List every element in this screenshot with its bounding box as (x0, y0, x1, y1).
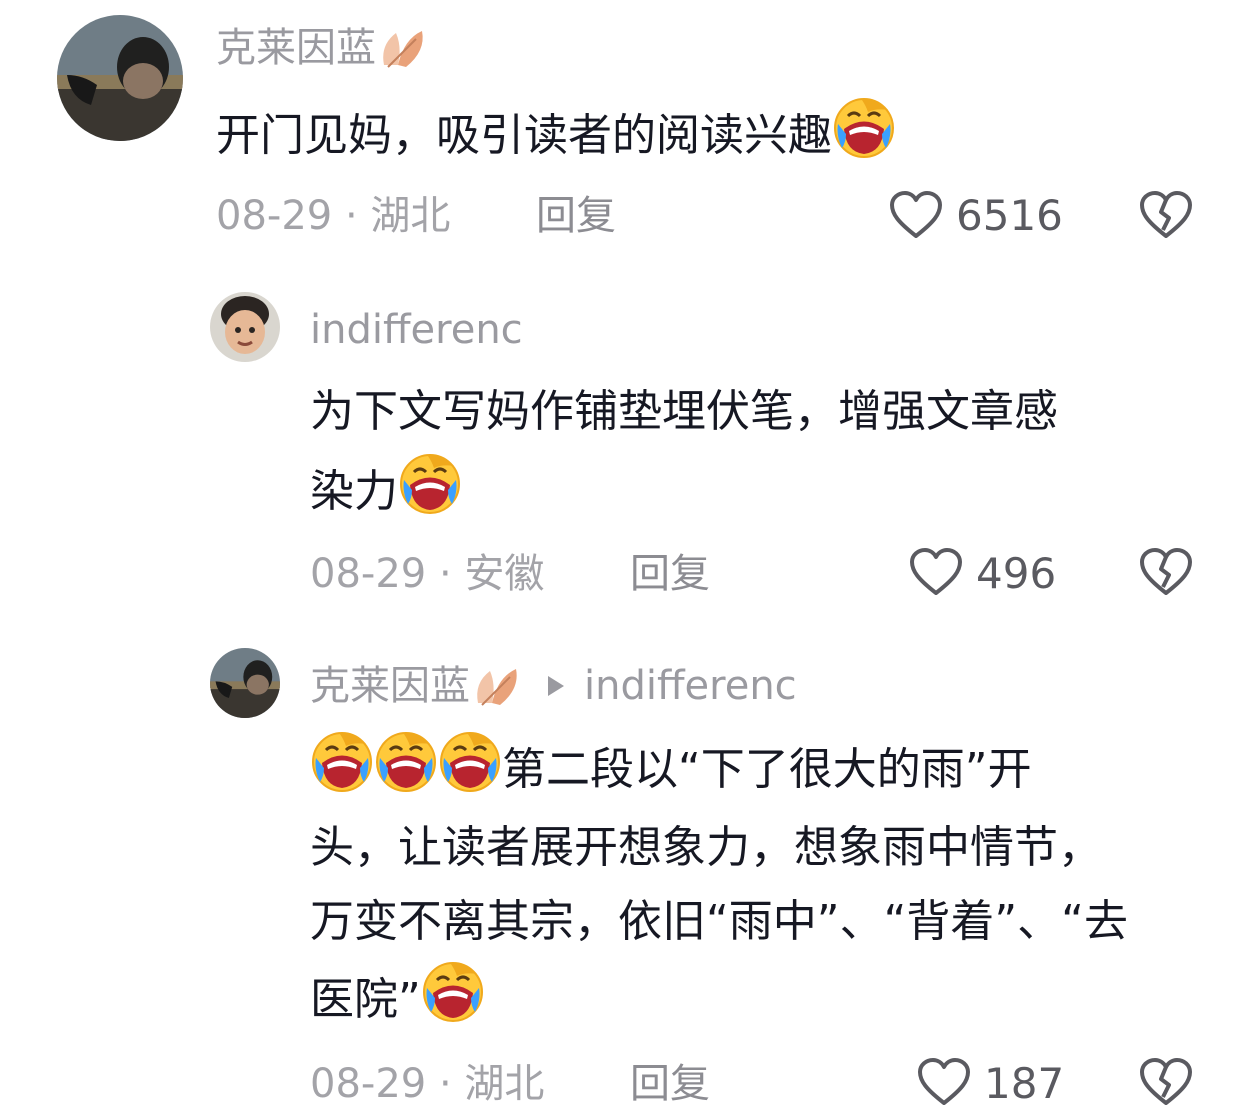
comment-date: 08-29 (216, 193, 333, 239)
comment-text: 开门见妈，吸引读者的阅读兴趣 (216, 96, 896, 172)
laughing-crying-emoji-icon (374, 730, 438, 794)
username-text: 克莱因蓝 (310, 663, 470, 709)
like-count: 187 (984, 1059, 1065, 1108)
reply-button[interactable]: 回复 (536, 192, 616, 240)
laughing-crying-emoji-icon (421, 960, 485, 1024)
meta-separator: · (426, 551, 465, 597)
comment-location: 安徽 (464, 551, 545, 597)
comment-date: 08-29 (310, 1061, 427, 1107)
comment-author[interactable]: 克莱因蓝 (216, 24, 430, 72)
username-text: indifferenc (310, 307, 523, 353)
comment-text-content: 医院” (310, 974, 421, 1025)
maple-leaf-icon (378, 25, 430, 71)
triangle-right-icon (548, 676, 564, 696)
maple-leaf-icon (472, 663, 524, 709)
reply-button[interactable]: 回复 (630, 550, 710, 598)
comment-text-line-1: 第二段以“下了很大的雨”开 (310, 730, 1032, 806)
comment-text-content: 开门见妈，吸引读者的阅读兴趣 (216, 110, 832, 161)
comment-meta: 08-29 · 湖北 (310, 1060, 544, 1108)
comment-text-line-1: 为下文写妈作铺垫埋伏笔，增强文章感 (310, 386, 1058, 437)
comment-text-line-3: 万变不离其宗，依旧“雨中”、“背着”、“去 (310, 896, 1128, 947)
heart-outline-icon[interactable] (916, 1057, 972, 1107)
comment-text-line-2: 染力 (310, 452, 462, 528)
heart-outline-icon[interactable] (908, 547, 964, 597)
broken-heart-icon[interactable] (1138, 547, 1194, 597)
comment-text-line-4: 医院” (310, 960, 485, 1036)
like-count: 6516 (956, 191, 1063, 240)
heart-outline-icon[interactable] (888, 190, 944, 240)
avatar[interactable] (57, 15, 183, 141)
broken-heart-icon[interactable] (1138, 190, 1194, 240)
reply-to-username[interactable]: indifferenc (584, 662, 797, 710)
meta-separator: · (332, 193, 371, 239)
comment-meta: 08-29 · 安徽 (310, 550, 544, 598)
comment-text-line-2: 头，让读者展开想象力，想象雨中情节， (310, 822, 1102, 873)
laughing-crying-emoji-icon (310, 730, 374, 794)
laughing-crying-emoji-icon (438, 730, 502, 794)
comment-author[interactable]: indifferenc (310, 306, 523, 354)
comment-text-content: 染力 (310, 466, 398, 517)
reply-button[interactable]: 回复 (630, 1060, 710, 1108)
username-text: 克莱因蓝 (216, 25, 376, 71)
comment-author[interactable]: 克莱因蓝 indifferenc (310, 662, 797, 710)
avatar[interactable] (210, 292, 280, 362)
laughing-crying-emoji-icon (832, 96, 896, 160)
laughing-crying-emoji-icon (398, 452, 462, 516)
avatar[interactable] (210, 648, 280, 718)
comment-date: 08-29 (310, 551, 427, 597)
comment-location: 湖北 (464, 1061, 545, 1107)
broken-heart-icon[interactable] (1138, 1057, 1194, 1107)
comment-meta: 08-29 · 湖北 (216, 192, 450, 240)
like-count: 496 (976, 549, 1057, 598)
meta-separator: · (426, 1061, 465, 1107)
comment-text-content: 第二段以“下了很大的雨”开 (502, 744, 1032, 795)
comment-location: 湖北 (370, 193, 451, 239)
